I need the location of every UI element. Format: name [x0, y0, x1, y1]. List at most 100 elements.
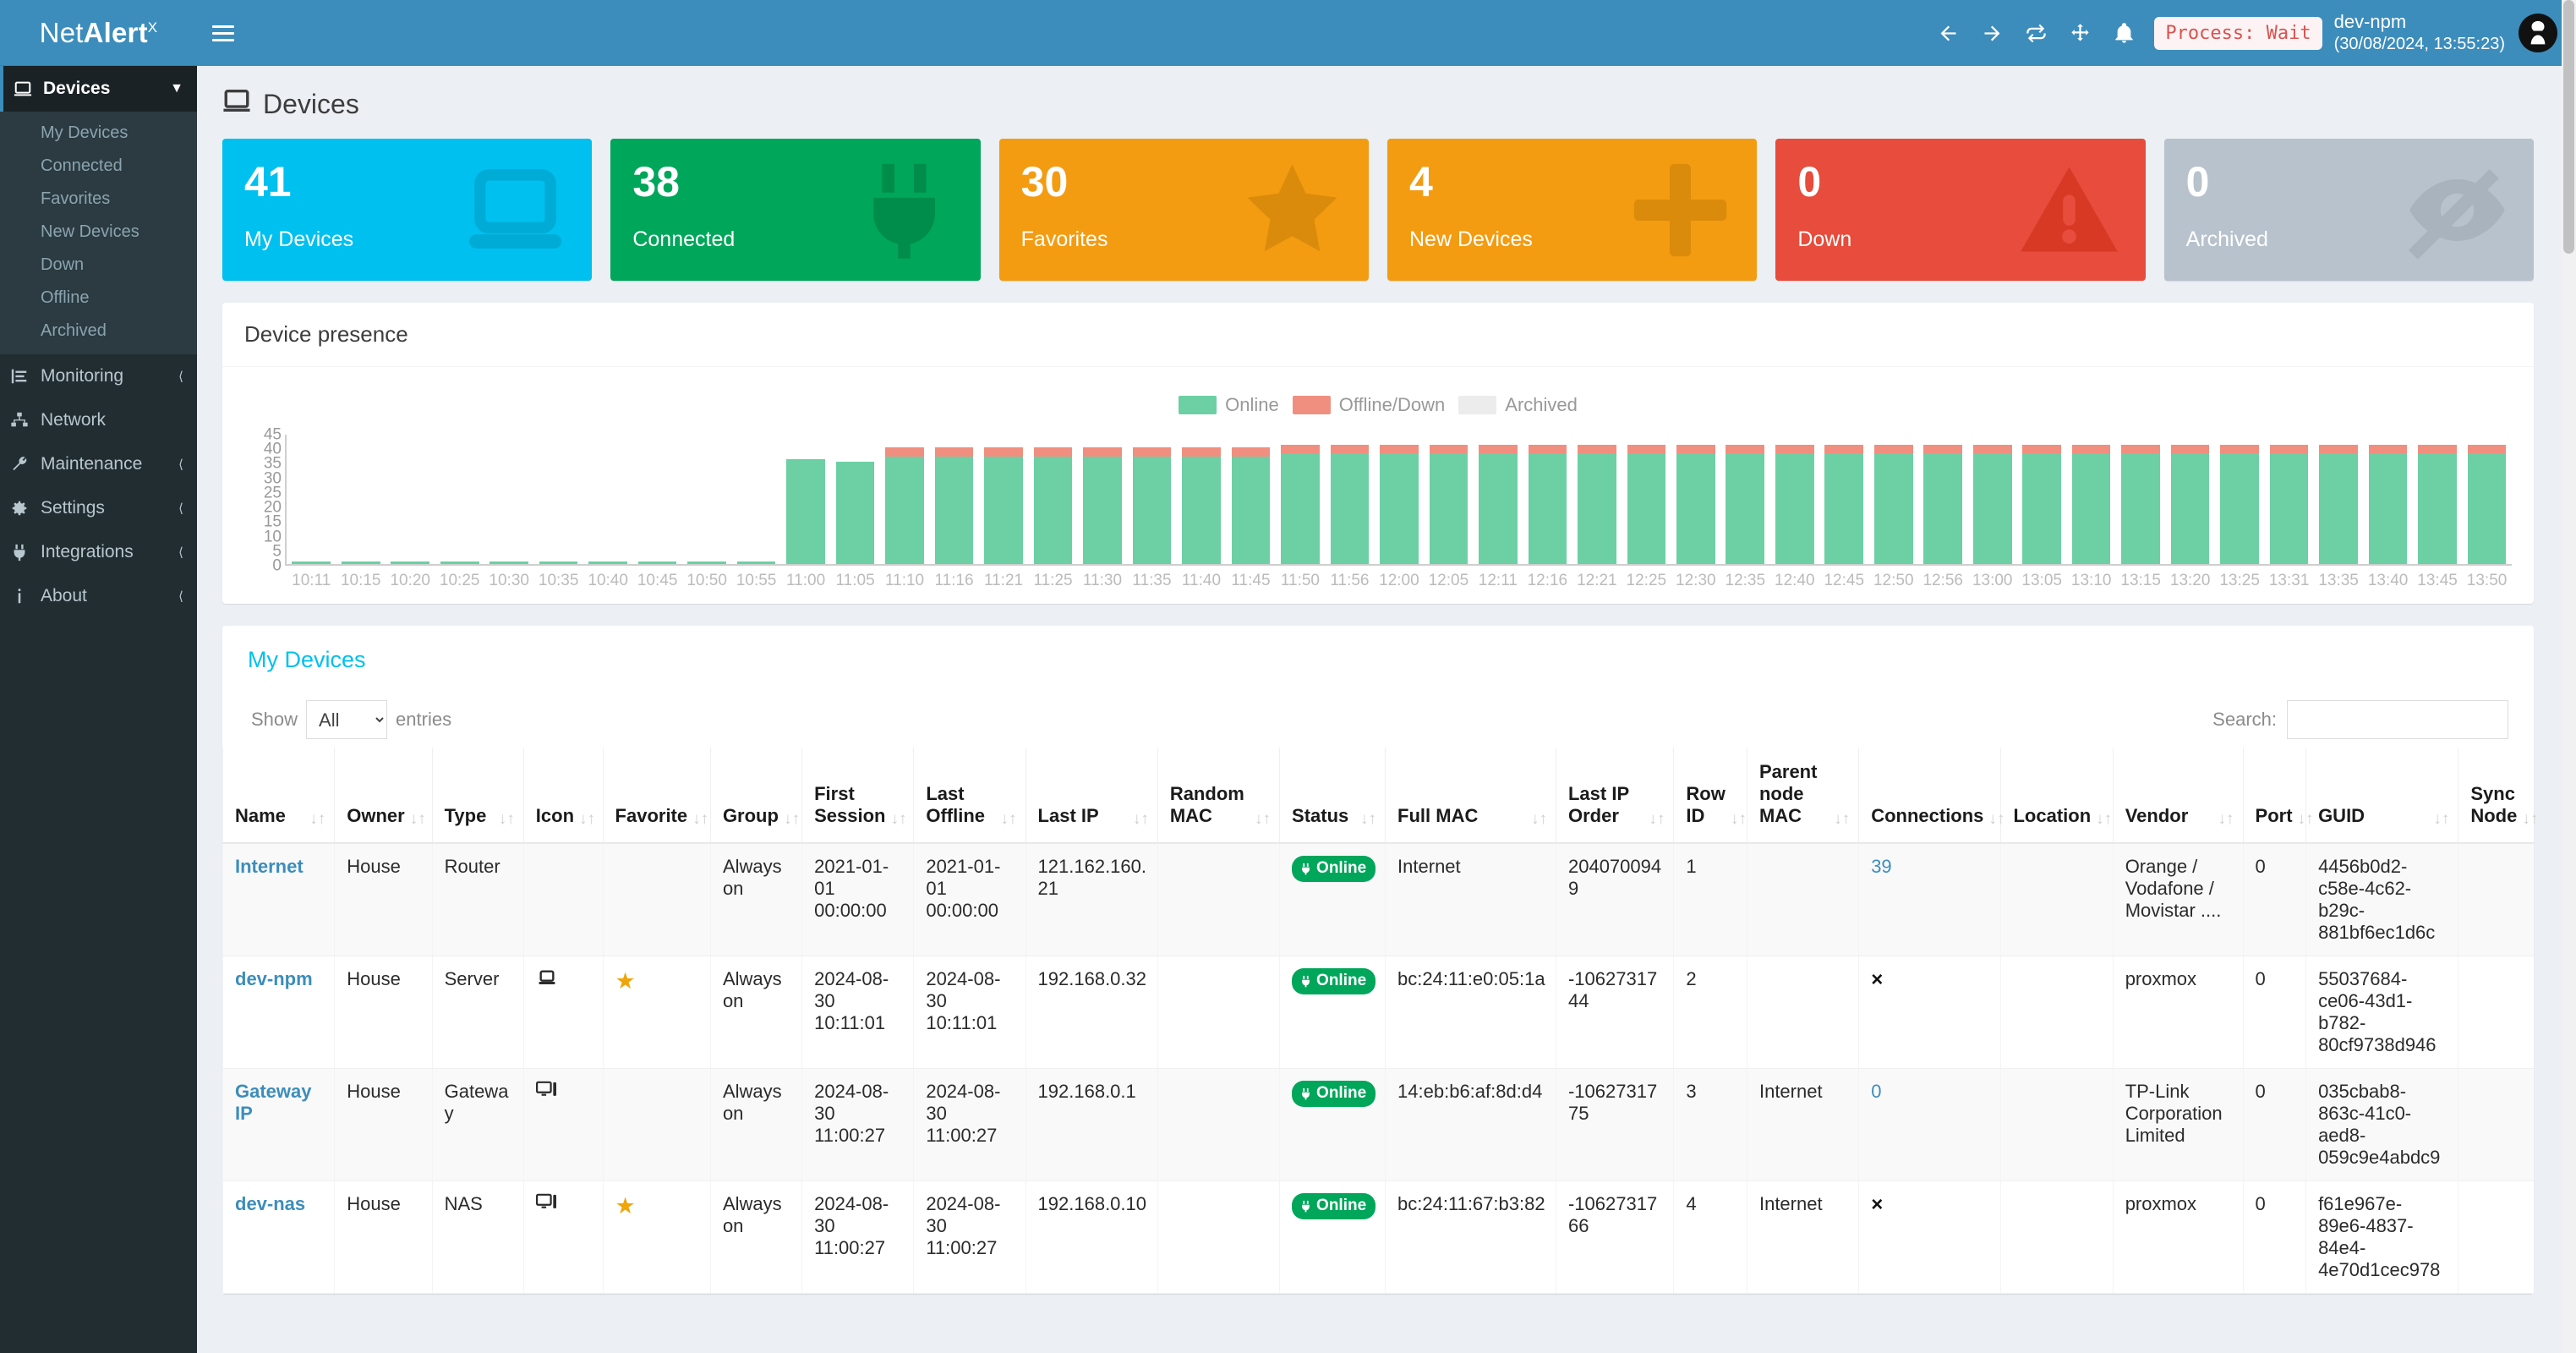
- sort-icon[interactable]: ↓↑: [1988, 811, 2004, 827]
- forward-arrow-icon[interactable]: [1970, 0, 2014, 66]
- table-row[interactable]: Gateway IP House Gateway Always on 2024-08-3…: [222, 1068, 2534, 1181]
- column-header-owner[interactable]: Owner ↓↑: [334, 748, 433, 844]
- chart-bar[interactable]: [1572, 433, 1622, 564]
- column-header-full-mac[interactable]: Full MAC ↓↑: [1385, 748, 1556, 844]
- sidebar-item-archived[interactable]: Archived: [0, 315, 197, 348]
- cell-connections[interactable]: 39: [1858, 843, 2001, 956]
- chart-bar[interactable]: [1622, 433, 1671, 564]
- column-header-row-id[interactable]: Row ID ↓↑: [1673, 748, 1747, 844]
- cell-name[interactable]: dev-npm: [222, 956, 335, 1069]
- chart-bar[interactable]: [1869, 433, 1918, 564]
- device-name-link[interactable]: dev-nas: [235, 1193, 305, 1214]
- table-row[interactable]: Internet House Router Always on 2021-01-01 0…: [222, 843, 2534, 956]
- column-header-sync-node[interactable]: Sync Node ↓↑: [2458, 748, 2538, 844]
- device-name-link[interactable]: dev-npm: [235, 968, 313, 989]
- chart-bar[interactable]: [2165, 433, 2214, 564]
- stat-card-my-devices[interactable]: 41 My Devices: [222, 139, 593, 281]
- chart-bar[interactable]: [533, 433, 582, 564]
- chart-bar[interactable]: [929, 433, 978, 564]
- column-header-type[interactable]: Type ↓↑: [431, 748, 524, 844]
- sort-icon[interactable]: ↓↑: [1360, 811, 1376, 827]
- table-row[interactable]: dev-nas House NAS ★ Always on 2024-08-30 11:0…: [222, 1180, 2534, 1294]
- chart-bar[interactable]: [1127, 433, 1176, 564]
- chart-bar[interactable]: [1720, 433, 1769, 564]
- sidebar-item-new-devices[interactable]: New Devices: [0, 216, 197, 249]
- sort-icon[interactable]: ↓↑: [2522, 811, 2538, 827]
- column-header-first-session[interactable]: First Session ↓↑: [801, 748, 914, 844]
- sort-icon[interactable]: ↓↑: [2298, 811, 2314, 827]
- chart-bar[interactable]: [2264, 433, 2313, 564]
- chart-bar[interactable]: [1819, 433, 1868, 564]
- sidebar-item-offline[interactable]: Offline: [0, 282, 197, 315]
- column-header-last-ip-order[interactable]: Last IP Order ↓↑: [1555, 748, 1674, 844]
- chart-bar[interactable]: [1671, 433, 1720, 564]
- sidebar-item-network[interactable]: Network: [0, 398, 197, 442]
- column-header-connections[interactable]: Connections ↓↑: [1858, 748, 2004, 844]
- column-header-group[interactable]: Group ↓↑: [709, 748, 802, 844]
- table-row[interactable]: dev-npm House Server ★ Always on 2024-08-30 1…: [222, 956, 2534, 1069]
- stat-card-new-devices[interactable]: 4 New Devices: [1386, 139, 1758, 281]
- sidebar-item-settings[interactable]: Settings ⟨: [0, 486, 197, 530]
- chart-bar[interactable]: [1028, 433, 1077, 564]
- sort-icon[interactable]: ↓↑: [1133, 811, 1149, 827]
- chart-bar[interactable]: [2462, 433, 2511, 564]
- sort-icon[interactable]: ↓↑: [1531, 811, 1547, 827]
- connections-link[interactable]: 0: [1871, 1081, 1881, 1102]
- chart-bar[interactable]: [1375, 433, 1424, 564]
- cell-name[interactable]: Internet: [222, 843, 335, 956]
- chart-bar[interactable]: [1177, 433, 1226, 564]
- sidebar-item-monitoring[interactable]: Monitoring ⟨: [0, 354, 197, 398]
- chart-bar[interactable]: [386, 433, 435, 564]
- sidebar-item-about[interactable]: About ⟨: [0, 574, 197, 618]
- star-icon[interactable]: ★: [615, 1193, 636, 1219]
- sort-icon[interactable]: ↓↑: [499, 811, 515, 827]
- back-arrow-icon[interactable]: [1926, 0, 1970, 66]
- sidebar-item-connected[interactable]: Connected: [0, 150, 197, 183]
- chart-bar[interactable]: [1523, 433, 1572, 564]
- cell-name[interactable]: Gateway IP: [222, 1068, 335, 1181]
- connections-link[interactable]: 39: [1871, 856, 1891, 877]
- cell-connections[interactable]: 0: [1858, 1068, 2001, 1181]
- device-name-link[interactable]: Gateway IP: [235, 1081, 312, 1124]
- chart-bar[interactable]: [1424, 433, 1473, 564]
- chart-bar[interactable]: [1770, 433, 1819, 564]
- chart-bar[interactable]: [830, 433, 879, 564]
- sort-icon[interactable]: ↓↑: [890, 811, 906, 827]
- cell-favorite[interactable]: ★: [602, 956, 711, 1069]
- sort-icon[interactable]: ↓↑: [1731, 811, 1747, 827]
- sort-icon[interactable]: ↓↑: [784, 811, 800, 827]
- chart-bar[interactable]: [1078, 433, 1127, 564]
- cell-name[interactable]: dev-nas: [222, 1180, 335, 1294]
- avatar[interactable]: [2519, 14, 2557, 52]
- chart-bar[interactable]: [2066, 433, 2115, 564]
- chart-bar[interactable]: [287, 433, 336, 564]
- chart-bar[interactable]: [1474, 433, 1523, 564]
- chart-bar[interactable]: [2413, 433, 2462, 564]
- chart-bar[interactable]: [1918, 433, 1967, 564]
- chart-bar[interactable]: [632, 433, 681, 564]
- chart-bar[interactable]: [682, 433, 731, 564]
- column-header-last-ip[interactable]: Last IP ↓↑: [1025, 748, 1158, 844]
- bell-icon[interactable]: [2102, 0, 2146, 66]
- stat-card-archived[interactable]: 0 Archived: [2163, 139, 2534, 281]
- stat-card-favorites[interactable]: 30 Favorites: [998, 139, 1369, 281]
- page-scrollbar[interactable]: [2562, 0, 2576, 1353]
- device-name-link[interactable]: Internet: [235, 856, 304, 877]
- column-header-port[interactable]: Port ↓↑: [2242, 748, 2314, 844]
- chart-bar[interactable]: [2215, 433, 2264, 564]
- chart-bar[interactable]: [2116, 433, 2165, 564]
- legend-item-online[interactable]: Online: [1179, 394, 1279, 416]
- column-header-status[interactable]: Status ↓↑: [1279, 748, 1386, 844]
- column-header-guid[interactable]: GUID ↓↑: [2305, 748, 2458, 844]
- chart-bar[interactable]: [2314, 433, 2363, 564]
- scrollbar-thumb[interactable]: [2563, 0, 2574, 254]
- chart-bar[interactable]: [484, 433, 533, 564]
- sort-icon[interactable]: ↓↑: [1649, 811, 1665, 827]
- sort-icon[interactable]: ↓↑: [579, 811, 595, 827]
- chart-bar[interactable]: [781, 433, 830, 564]
- column-header-vendor[interactable]: Vendor ↓↑: [2112, 748, 2244, 844]
- chart-bar[interactable]: [979, 433, 1028, 564]
- sidebar-item-down[interactable]: Down: [0, 249, 197, 282]
- column-header-icon[interactable]: Icon ↓↑: [522, 748, 604, 844]
- stat-card-connected[interactable]: 38 Connected: [610, 139, 981, 281]
